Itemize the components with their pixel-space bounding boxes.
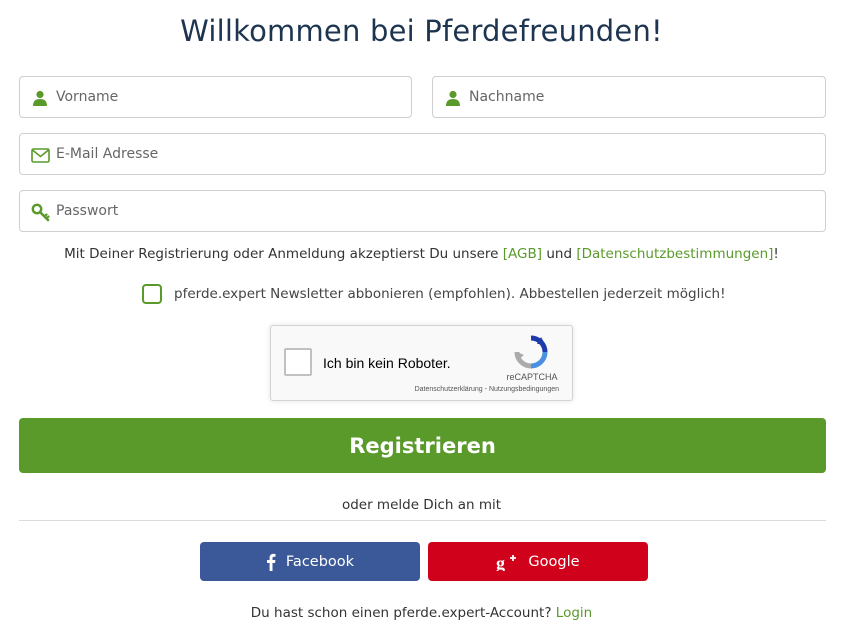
recaptcha-checkbox[interactable]: [284, 348, 312, 376]
login-link[interactable]: Login: [556, 605, 592, 621]
terms-suffix: !: [773, 246, 779, 262]
newsletter-checkbox[interactable]: [142, 284, 162, 304]
privacy-link[interactable]: [Datenschutzbestimmungen]: [576, 246, 773, 262]
facebook-icon: [266, 553, 276, 571]
newsletter-label: pferde.expert Newsletter abbonieren (emp…: [174, 286, 726, 302]
recaptcha-brand: reCAPTCHA: [506, 372, 558, 382]
login-prompt-text: Du hast schon einen pferde.expert-Accoun…: [250, 605, 556, 621]
agb-link[interactable]: [AGB]: [503, 246, 542, 262]
google-login-button[interactable]: g Google: [428, 542, 648, 581]
recaptcha-widget: Ich bin kein Roboter. reCAPTCHA Datensch…: [270, 325, 573, 401]
divider: [19, 520, 826, 521]
key-icon: [30, 202, 50, 222]
terms-middle: und: [542, 246, 577, 262]
recaptcha-privacy-link[interactable]: Datenschutzerklärung: [415, 386, 483, 393]
recaptcha-logo-icon: [514, 335, 548, 369]
registration-page: Willkommen bei Pferdefreunden! Vorname N…: [0, 0, 843, 644]
social-login-heading: oder melde Dich an mit: [341, 497, 502, 513]
user-icon: [30, 88, 50, 108]
google-label: Google: [528, 553, 580, 570]
svg-text:g: g: [496, 553, 505, 571]
google-plus-icon: g: [496, 553, 518, 571]
login-prompt: Du hast schon einen pferde.expert-Accoun…: [0, 605, 843, 621]
newsletter-option[interactable]: pferde.expert Newsletter abbonieren (emp…: [142, 284, 726, 304]
terms-text: Mit Deiner Registrierung oder Anmeldung …: [0, 246, 843, 262]
user-icon: [443, 88, 463, 108]
first-name-input[interactable]: [56, 77, 403, 117]
last-name-field[interactable]: [432, 76, 826, 118]
facebook-login-button[interactable]: Facebook: [200, 542, 420, 581]
facebook-label: Facebook: [285, 553, 355, 570]
password-field[interactable]: [19, 190, 826, 232]
register-button[interactable]: Registrieren: [19, 418, 826, 473]
password-input[interactable]: [56, 191, 817, 231]
first-name-field[interactable]: [19, 76, 412, 118]
recaptcha-terms-link[interactable]: Nutzungsbedingungen: [489, 386, 559, 393]
email-input[interactable]: [56, 134, 817, 174]
envelope-icon: [30, 145, 50, 165]
recaptcha-label: Ich bin kein Roboter.: [323, 355, 451, 371]
page-title: Willkommen bei Pferdefreunden!: [180, 14, 663, 48]
last-name-input[interactable]: [469, 77, 817, 117]
email-field[interactable]: [19, 133, 826, 175]
recaptcha-links: Datenschutzerklärung - Nutzungsbedingung…: [371, 386, 571, 393]
terms-prefix: Mit Deiner Registrierung oder Anmeldung …: [64, 246, 503, 262]
